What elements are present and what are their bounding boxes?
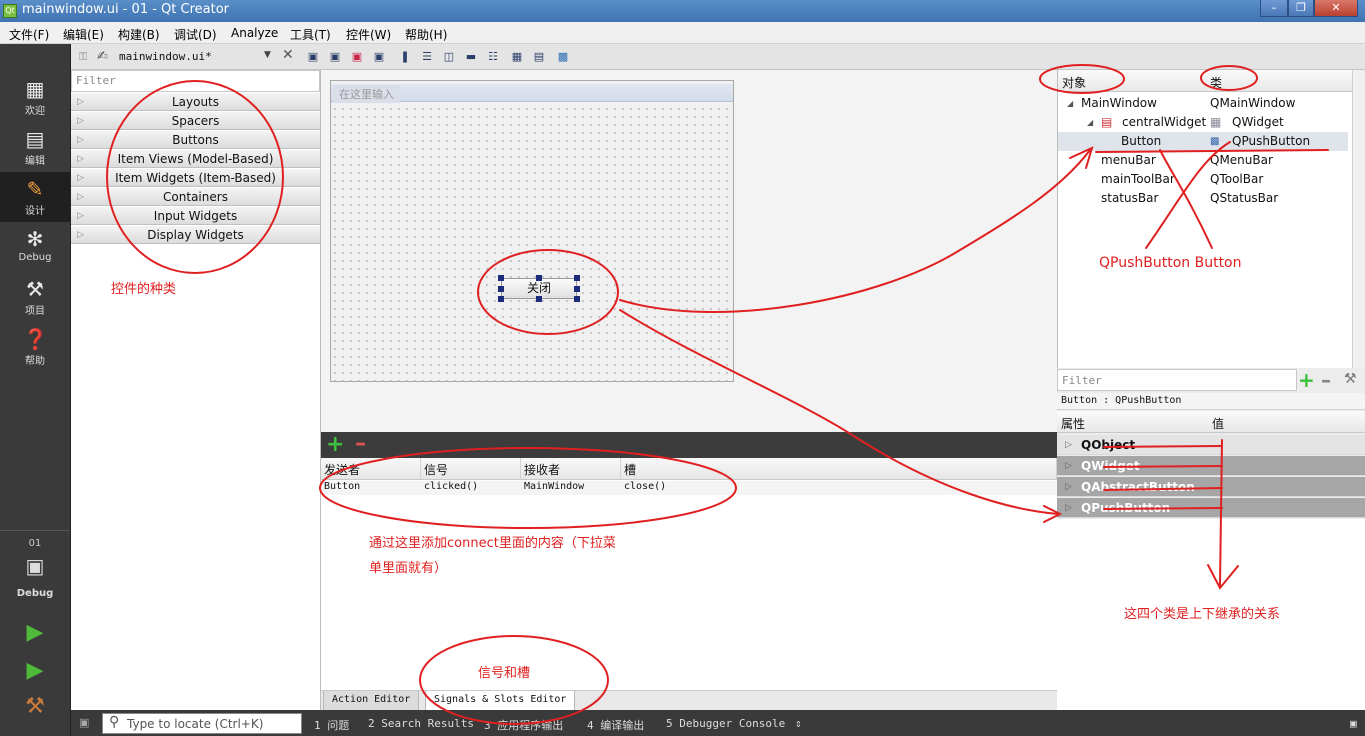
inheritance-line: [1219, 439, 1223, 586]
annotation-ink-layer: [106, 64, 1329, 725]
arrowhead-inheritance: [1207, 564, 1239, 590]
circle-connection-row: [319, 447, 737, 529]
circle-close-button: [477, 249, 619, 335]
circle-class-header: [1200, 65, 1258, 91]
circle-widget-categories: [106, 80, 284, 274]
arrow-to-inspector: [619, 149, 1091, 313]
circle-object-header: [1039, 64, 1125, 94]
annotation-connect-2: 单里面就有）: [369, 561, 448, 576]
annotation-widget-kinds: 控件的种类: [111, 282, 177, 297]
underline-classes: [1103, 445, 1223, 510]
annotation-connect-1: 通过这里添加connect里面的内容（下拉菜: [369, 536, 616, 551]
cross-strokes: [1145, 141, 1231, 249]
arrow-to-properties: [619, 309, 1059, 515]
annotation-qpushbutton: QPushButton Button: [1099, 255, 1242, 271]
annotation-inheritance: 这四个类是上下继承的关系: [1124, 607, 1281, 622]
underline-button-row: [1095, 149, 1329, 153]
annotation-signals-slots: 信号和槽: [478, 666, 531, 681]
